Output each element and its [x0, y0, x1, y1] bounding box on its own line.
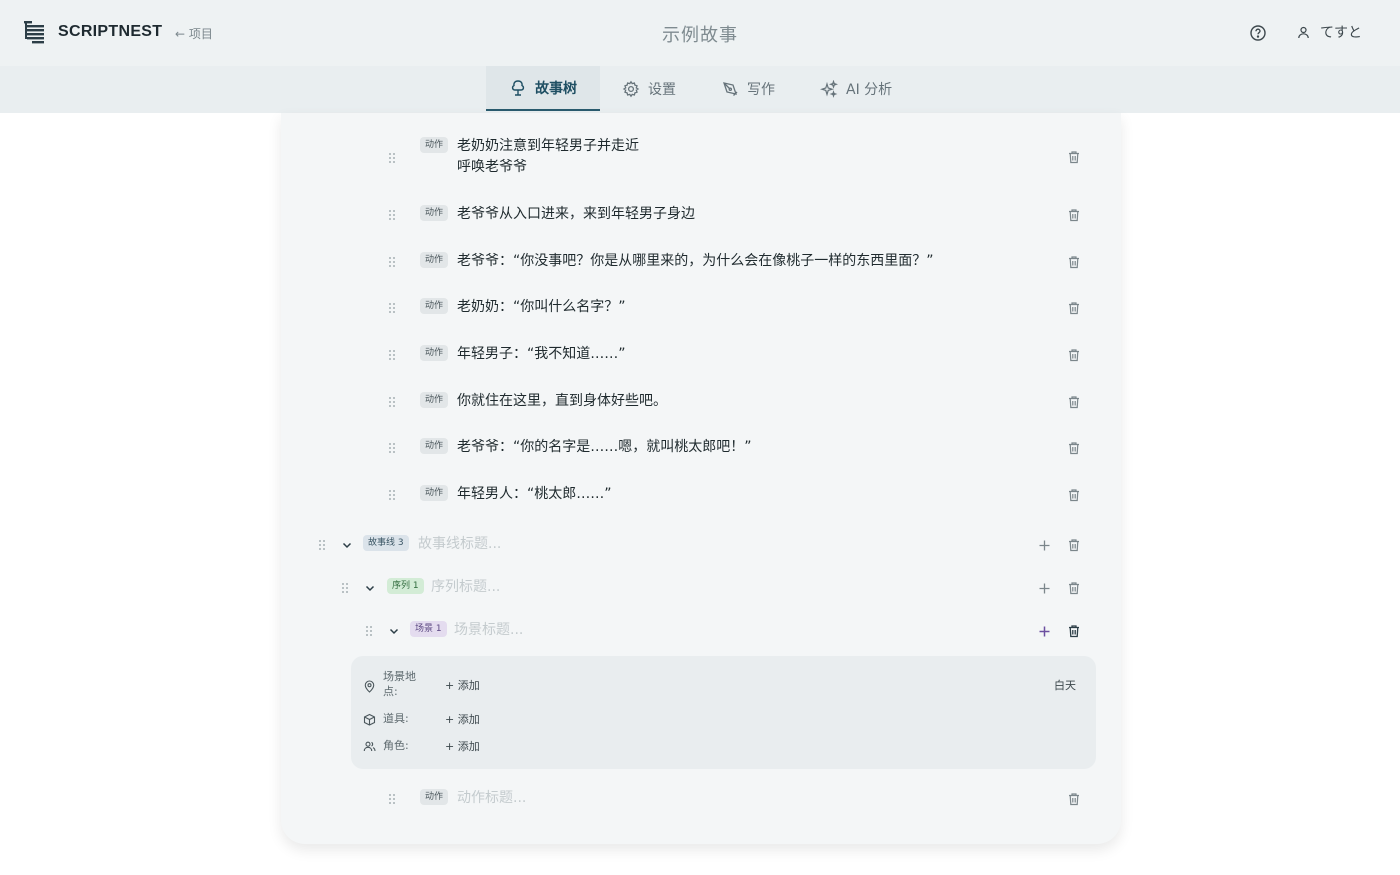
drag-handle-icon[interactable]	[341, 582, 349, 594]
action-badge: 动作	[420, 252, 449, 268]
user-menu[interactable]: てすと	[1297, 22, 1362, 42]
action-text[interactable]: 年轻男子：“我不知道……”	[457, 344, 626, 365]
user-icon	[1298, 26, 1309, 38]
delete-trash-icon[interactable]	[1067, 581, 1081, 595]
tab-story-tree[interactable]: 故事树	[486, 66, 600, 111]
characters-label: 角色:	[383, 739, 409, 752]
sparkles-icon	[820, 79, 838, 98]
scene-title-input[interactable]: 场景标题...	[454, 620, 523, 641]
delete-trash-icon[interactable]	[1067, 395, 1081, 409]
props-label: 道具:	[383, 712, 409, 725]
drag-handle-icon[interactable]	[388, 302, 396, 314]
location-label: 场景地点:	[383, 670, 416, 698]
tab-label: 写作	[747, 81, 775, 98]
box-icon	[363, 711, 376, 726]
add-plus-icon[interactable]	[1038, 625, 1051, 638]
gear-icon	[622, 80, 640, 97]
map-pin-icon	[363, 678, 376, 693]
drag-handle-icon[interactable]	[365, 625, 373, 637]
action-badge: 动作	[420, 485, 449, 501]
tab-label: 设置	[648, 81, 676, 98]
add-location-button[interactable]: + 添加	[445, 677, 480, 693]
delete-trash-icon[interactable]	[1067, 208, 1081, 222]
delete-trash-icon[interactable]	[1067, 624, 1081, 638]
delete-trash-icon[interactable]	[1067, 255, 1081, 269]
tab-bar: 故事树 设置 写作 AI 分析	[0, 66, 1400, 113]
scene-badge: 场景 1	[410, 621, 447, 637]
chevron-down-icon[interactable]	[364, 582, 376, 594]
app-header: SCRIPTNEST ← 项目 示例故事 てすと	[0, 0, 1400, 66]
storyline-badge: 故事线 3	[363, 535, 409, 551]
drag-handle-icon[interactable]	[388, 396, 396, 408]
action-text[interactable]: 老爷爷：“你的名字是……嗯，就叫桃太郎吧！”	[457, 437, 752, 458]
drag-handle-icon[interactable]	[388, 209, 396, 221]
drag-handle-icon[interactable]	[388, 152, 396, 164]
drag-handle-icon[interactable]	[388, 349, 396, 361]
delete-trash-icon[interactable]	[1067, 301, 1081, 315]
drag-handle-icon[interactable]	[388, 442, 396, 454]
help-icon[interactable]	[1249, 24, 1267, 42]
action-text[interactable]: 你就住在这里，直到身体好些吧。	[457, 391, 667, 412]
storyline-title-input[interactable]: 故事线标题...	[418, 534, 501, 555]
action-badge: 动作	[420, 392, 449, 408]
tab-ai-analysis[interactable]: AI 分析	[820, 66, 892, 111]
action-badge: 动作	[420, 345, 449, 361]
tab-settings[interactable]: 设置	[622, 66, 676, 111]
action-badge: 动作	[420, 789, 449, 805]
action-badge: 动作	[420, 137, 449, 153]
tab-writing[interactable]: 写作	[721, 66, 775, 111]
add-props-button[interactable]: + 添加	[445, 711, 480, 727]
chevron-down-icon[interactable]	[341, 539, 353, 551]
page-title: 示例故事	[662, 25, 738, 46]
pen-icon	[723, 81, 738, 96]
action-text[interactable]: 老奶奶：“你叫什么名字？”	[457, 297, 626, 318]
add-characters-button[interactable]: + 添加	[445, 738, 480, 754]
action-text[interactable]: 年轻男人：“桃太郎……”	[457, 484, 612, 505]
drag-handle-icon[interactable]	[388, 793, 396, 805]
delete-trash-icon[interactable]	[1067, 538, 1081, 552]
delete-trash-icon[interactable]	[1067, 441, 1081, 455]
action-title-input[interactable]: 动作标题...	[457, 788, 526, 809]
delete-trash-icon[interactable]	[1067, 348, 1081, 362]
time-of-day-select[interactable]: 白天	[1054, 677, 1076, 693]
delete-trash-icon[interactable]	[1067, 488, 1081, 502]
add-plus-icon[interactable]	[1038, 582, 1051, 595]
tab-label: AI 分析	[846, 81, 893, 98]
action-text-line2[interactable]: 呼唤老爷爷	[457, 157, 527, 178]
tree-icon	[511, 79, 525, 96]
story-tree-panel: 动作 老奶奶注意到年轻男子并走近 呼唤老爷爷 动作 老爷爷从入口进来，来到年轻男…	[281, 113, 1121, 844]
action-badge: 动作	[420, 298, 449, 314]
action-text[interactable]: 老奶奶注意到年轻男子并走近	[457, 136, 639, 157]
users-icon	[363, 738, 376, 752]
action-badge: 动作	[420, 438, 449, 454]
chevron-down-icon[interactable]	[388, 625, 400, 637]
sequence-badge: 序列 1	[387, 578, 424, 594]
action-text[interactable]: 老爷爷：“你没事吧？你是从哪里来的，为什么会在像桃子一样的东西里面？”	[457, 251, 934, 272]
sequence-title-input[interactable]: 序列标题...	[431, 577, 500, 598]
scene-details-panel: 场景地点: + 添加 白天 道具: + 添加 角色: + 添加	[351, 656, 1096, 769]
action-text[interactable]: 老爷爷从入口进来，来到年轻男子身边	[457, 204, 695, 225]
drag-handle-icon[interactable]	[318, 539, 326, 551]
delete-trash-icon[interactable]	[1067, 150, 1081, 164]
user-name: てすと	[1320, 25, 1362, 41]
delete-trash-icon[interactable]	[1067, 792, 1081, 806]
add-plus-icon[interactable]	[1038, 539, 1051, 552]
drag-handle-icon[interactable]	[388, 256, 396, 268]
tab-label: 故事树	[535, 80, 577, 97]
action-badge: 动作	[420, 205, 449, 221]
drag-handle-icon[interactable]	[388, 489, 396, 501]
